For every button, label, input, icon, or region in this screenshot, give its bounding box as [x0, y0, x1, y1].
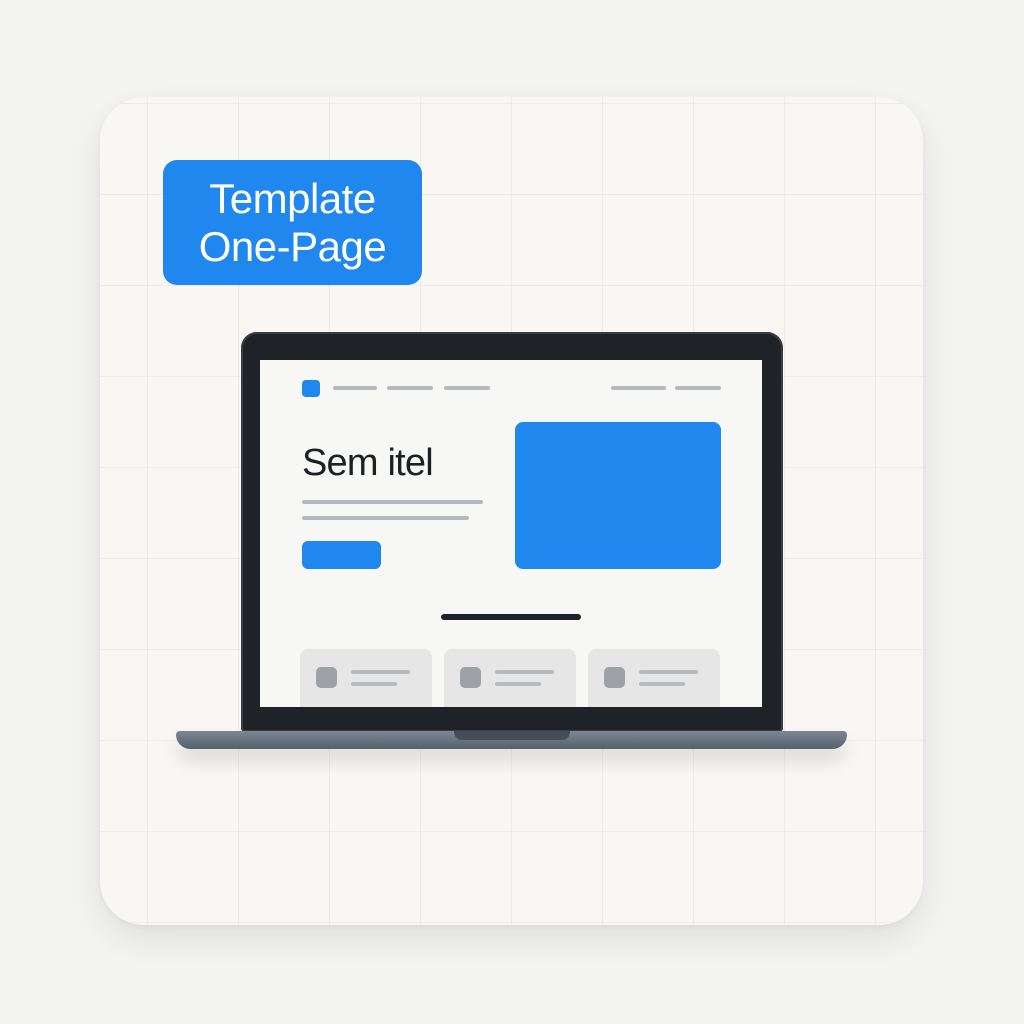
- mock-hero-image: [515, 422, 721, 569]
- mock-feature-card-2: [444, 649, 576, 707]
- badge-line-2: One-Page: [198, 222, 387, 270]
- template-card: Template One-Page Sem itel: [100, 97, 923, 925]
- mock-feature-card-1: [300, 649, 432, 707]
- mock-feature-card-3: [588, 649, 720, 707]
- feature-line: [639, 670, 698, 674]
- feature-icon: [316, 667, 337, 688]
- feature-line: [351, 670, 410, 674]
- mock-nav-item-2: [387, 386, 433, 390]
- mock-nav-right-item-2: [675, 386, 721, 390]
- mock-cta-button: [302, 541, 381, 569]
- feature-line: [495, 670, 554, 674]
- mock-subtext-line-1: [302, 500, 483, 504]
- laptop-base: [176, 731, 847, 749]
- feature-line: [495, 682, 541, 686]
- badge-line-1: Template: [209, 174, 376, 222]
- mock-nav-item-3: [444, 386, 490, 390]
- mock-section-divider: [441, 614, 581, 620]
- laptop-screen: Sem itel: [260, 360, 762, 707]
- laptop-illustration: Sem itel: [241, 332, 783, 732]
- feature-line: [351, 682, 397, 686]
- feature-line: [639, 682, 685, 686]
- mock-nav-right-item-1: [611, 386, 666, 390]
- mock-logo-icon: [302, 380, 320, 397]
- laptop-notch: [454, 731, 570, 740]
- feature-icon: [604, 667, 625, 688]
- mock-headline: Sem itel: [302, 442, 434, 484]
- feature-icon: [460, 667, 481, 688]
- mock-nav-item-1: [333, 386, 377, 390]
- template-badge: Template One-Page: [163, 160, 422, 285]
- mock-subtext-line-2: [302, 516, 469, 520]
